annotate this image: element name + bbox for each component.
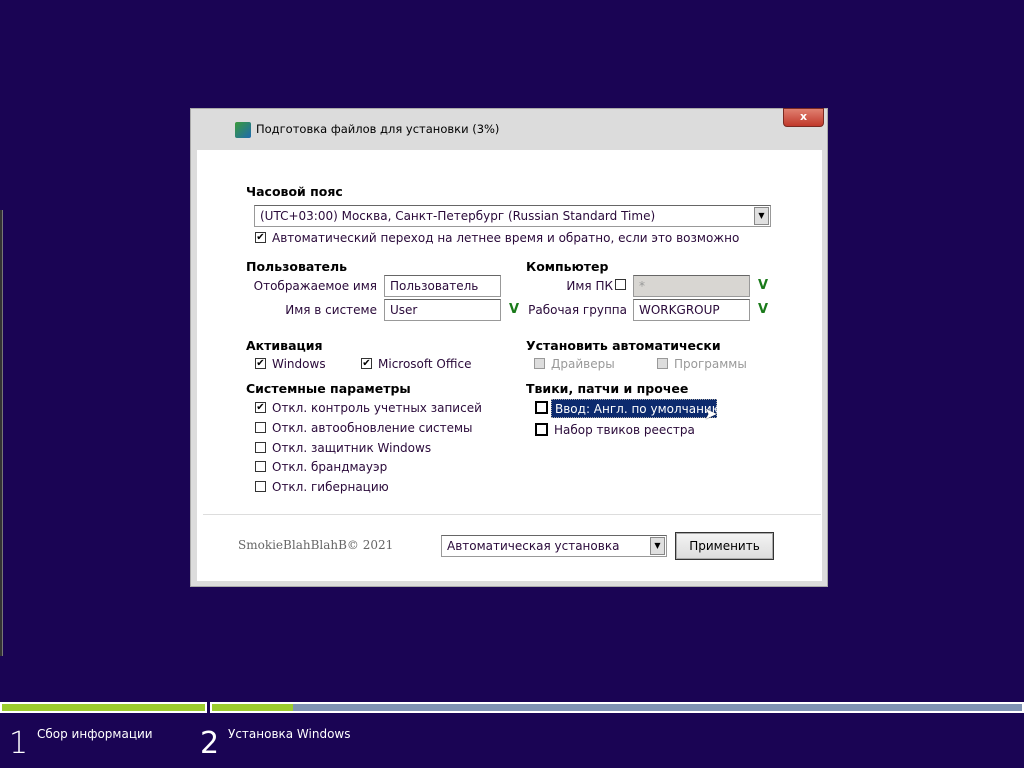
auto-install-heading: Установить автоматически — [526, 338, 721, 353]
activate-windows-label: Windows — [272, 357, 326, 371]
footer-divider — [203, 514, 821, 515]
activate-office-checkbox[interactable]: ✔ — [361, 358, 372, 369]
display-name-input[interactable]: Пользователь — [384, 275, 501, 297]
step1-label: Сбор информации — [37, 727, 153, 741]
step2-progress-track — [212, 704, 1022, 711]
timezone-select[interactable]: (UTC+03:00) Москва, Санкт-Петербург (Rus… — [254, 205, 771, 227]
chevron-down-icon[interactable]: ▼ — [754, 207, 769, 225]
programs-checkbox[interactable] — [657, 358, 668, 369]
system-item-defender: Откл. защитник Windows — [272, 441, 432, 455]
setup-dialog: Подготовка файлов для установки (3%) x Ч… — [190, 108, 828, 587]
timezone-heading: Часовой пояс — [246, 184, 343, 199]
background-window-edge — [0, 210, 3, 656]
tweak-item-registry: Набор твиков реестра — [554, 423, 695, 437]
close-button[interactable]: x — [783, 108, 824, 127]
display-name-label: Отображаемое имя — [253, 279, 377, 293]
drivers-checkbox[interactable] — [534, 358, 545, 369]
workgroup-ok-indicator: V — [758, 302, 769, 317]
step2-label: Установка Windows — [228, 727, 351, 741]
activate-windows-checkbox[interactable]: ✔ — [255, 358, 266, 369]
system-checkbox-uac[interactable]: ✔ — [255, 402, 266, 413]
login-input[interactable]: User — [384, 299, 501, 321]
step2-number: 2 — [200, 726, 220, 761]
pc-name-label: Имя ПК — [566, 279, 613, 293]
tweak-checkbox-english-input[interactable] — [535, 401, 548, 414]
tweak-item-english-input[interactable]: Ввод: Англ. по умолчанию — [551, 399, 722, 418]
user-heading: Пользователь — [246, 259, 348, 274]
system-checkbox-firewall[interactable] — [255, 461, 266, 472]
timezone-value: (UTC+03:00) Москва, Санкт-Петербург (Rus… — [260, 209, 656, 223]
step1-progress-fill — [2, 704, 205, 711]
chevron-down-icon[interactable]: ▼ — [650, 537, 665, 555]
system-item-firewall: Откл. брандмауэр — [272, 460, 388, 474]
system-item-uac: Откл. контроль учетных записей — [272, 401, 482, 415]
dialog-title: Подготовка файлов для установки (3%) — [256, 122, 500, 136]
programs-label: Программы — [674, 357, 747, 371]
pc-name-checkbox[interactable] — [615, 279, 626, 290]
tweak-checkbox-registry[interactable] — [535, 423, 548, 436]
system-heading: Системные параметры — [246, 381, 411, 396]
dialog-client-area: Часовой пояс (UTC+03:00) Москва, Санкт-П… — [197, 150, 822, 581]
activate-office-label: Microsoft Office — [378, 357, 472, 371]
system-item-hibernation: Откл. гибернацию — [272, 480, 389, 494]
copyright-text: SmokieBlahBlahB© 2021 — [238, 538, 394, 552]
login-label: Имя в системе — [285, 303, 377, 317]
pc-name-input[interactable]: * — [633, 275, 750, 297]
dst-checkbox[interactable]: ✔ — [255, 232, 266, 243]
system-checkbox-autoupdate[interactable] — [255, 422, 266, 433]
step2-progress-fill — [212, 704, 293, 711]
install-mode-select[interactable]: Автоматическая установка ▼ — [441, 535, 667, 557]
system-checkbox-defender[interactable] — [255, 442, 266, 453]
step1-number: 1 — [9, 726, 29, 761]
apply-button[interactable]: Применить — [675, 532, 774, 560]
system-item-autoupdate: Откл. автообновление системы — [272, 421, 473, 435]
tweaks-heading: Твики, патчи и прочее — [526, 381, 689, 396]
step1-progress-bar — [0, 702, 207, 713]
system-checkbox-hibernation[interactable] — [255, 481, 266, 492]
computer-heading: Компьютер — [526, 259, 609, 274]
drivers-label: Драйверы — [551, 357, 615, 371]
workgroup-label: Рабочая группа — [528, 303, 627, 317]
step2-progress-bar — [210, 702, 1024, 713]
mouse-cursor-icon: ➤ — [704, 404, 718, 423]
pc-name-ok-indicator: V — [758, 278, 769, 293]
activation-heading: Активация — [246, 338, 323, 353]
dst-label: Автоматический переход на летнее время и… — [272, 231, 740, 245]
setup-app-icon — [235, 122, 251, 138]
workgroup-input[interactable]: WORKGROUP — [633, 299, 750, 321]
install-mode-value: Автоматическая установка — [447, 539, 620, 553]
